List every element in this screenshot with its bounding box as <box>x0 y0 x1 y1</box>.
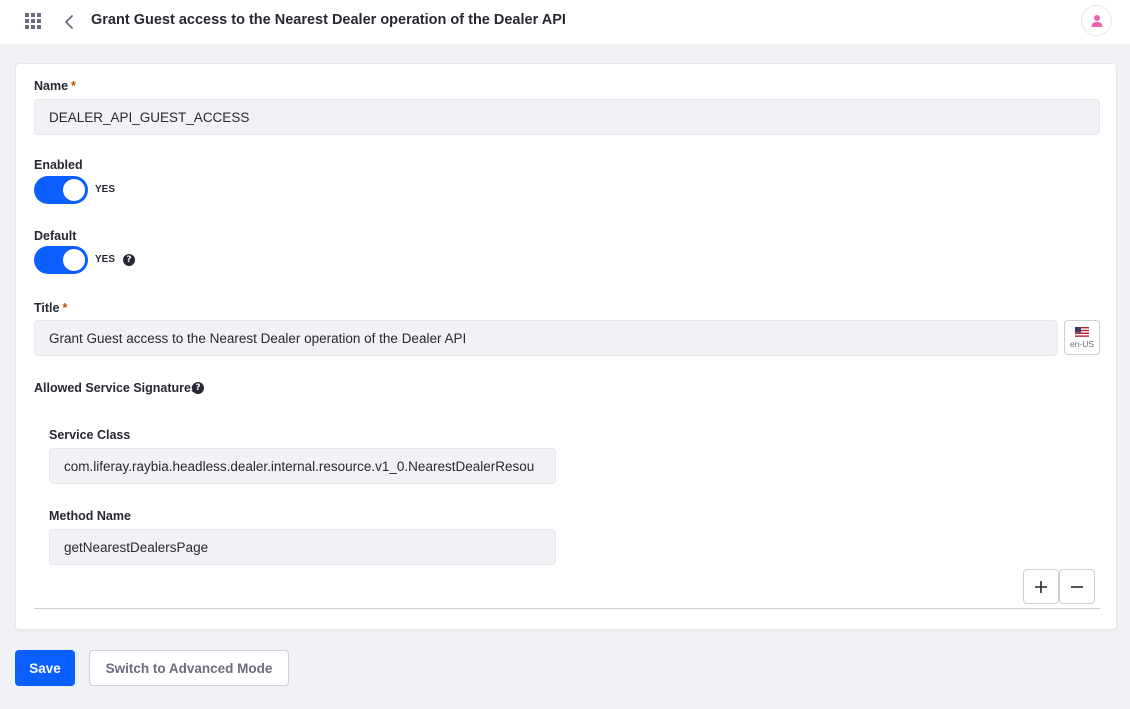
locale-selector-button[interactable]: en-US <box>1064 320 1100 355</box>
question-circle-icon[interactable]: ? <box>192 382 204 394</box>
name-input[interactable]: DEALER_API_GUEST_ACCESS <box>34 99 1100 135</box>
service-class-input[interactable]: com.liferay.raybia.headless.dealer.inter… <box>49 448 556 484</box>
chevron-left-icon[interactable] <box>62 12 78 32</box>
minus-icon <box>1071 585 1083 588</box>
top-bar: Grant Guest access to the Nearest Dealer… <box>0 0 1130 44</box>
default-state-text: YES <box>95 254 116 265</box>
user-icon <box>1091 14 1102 27</box>
method-name-label: Method Name <box>49 509 131 523</box>
service-class-label: Service Class <box>49 428 131 442</box>
enabled-state-text: YES <box>95 184 116 195</box>
signatures-label: Allowed Service Signatures <box>34 381 198 395</box>
apps-grid-icon[interactable] <box>25 13 41 29</box>
default-toggle[interactable] <box>34 246 88 274</box>
plus-icon <box>1035 580 1047 593</box>
toggle-knob <box>63 179 85 201</box>
title-label: Title * <box>34 301 67 315</box>
add-signature-button[interactable] <box>1023 569 1059 604</box>
remove-signature-button[interactable] <box>1059 569 1095 604</box>
us-flag-icon <box>1075 326 1089 337</box>
title-input[interactable]: Grant Guest access to the Nearest Dealer… <box>34 320 1058 356</box>
question-circle-icon[interactable]: ? <box>123 254 135 266</box>
switch-advanced-mode-button[interactable]: Switch to Advanced Mode <box>89 650 289 686</box>
name-label-text: Name <box>34 79 69 93</box>
toggle-knob <box>63 249 85 271</box>
page-title: Grant Guest access to the Nearest Dealer… <box>91 12 566 28</box>
method-name-input[interactable]: getNearestDealersPage <box>49 529 556 565</box>
title-label-text: Title <box>34 301 60 315</box>
locale-code: en-US <box>1069 338 1095 349</box>
required-mark: * <box>62 301 68 315</box>
name-label: Name * <box>34 79 76 93</box>
save-button[interactable]: Save <box>15 650 75 686</box>
required-mark: * <box>71 79 76 93</box>
user-avatar[interactable] <box>1081 5 1112 36</box>
enabled-toggle[interactable] <box>34 176 88 204</box>
divider <box>34 608 1100 609</box>
form-sheet: Name * DEALER_API_GUEST_ACCESS Enabled YE… <box>15 63 1117 630</box>
default-label: Default <box>34 229 77 243</box>
enabled-label: Enabled <box>34 158 83 172</box>
